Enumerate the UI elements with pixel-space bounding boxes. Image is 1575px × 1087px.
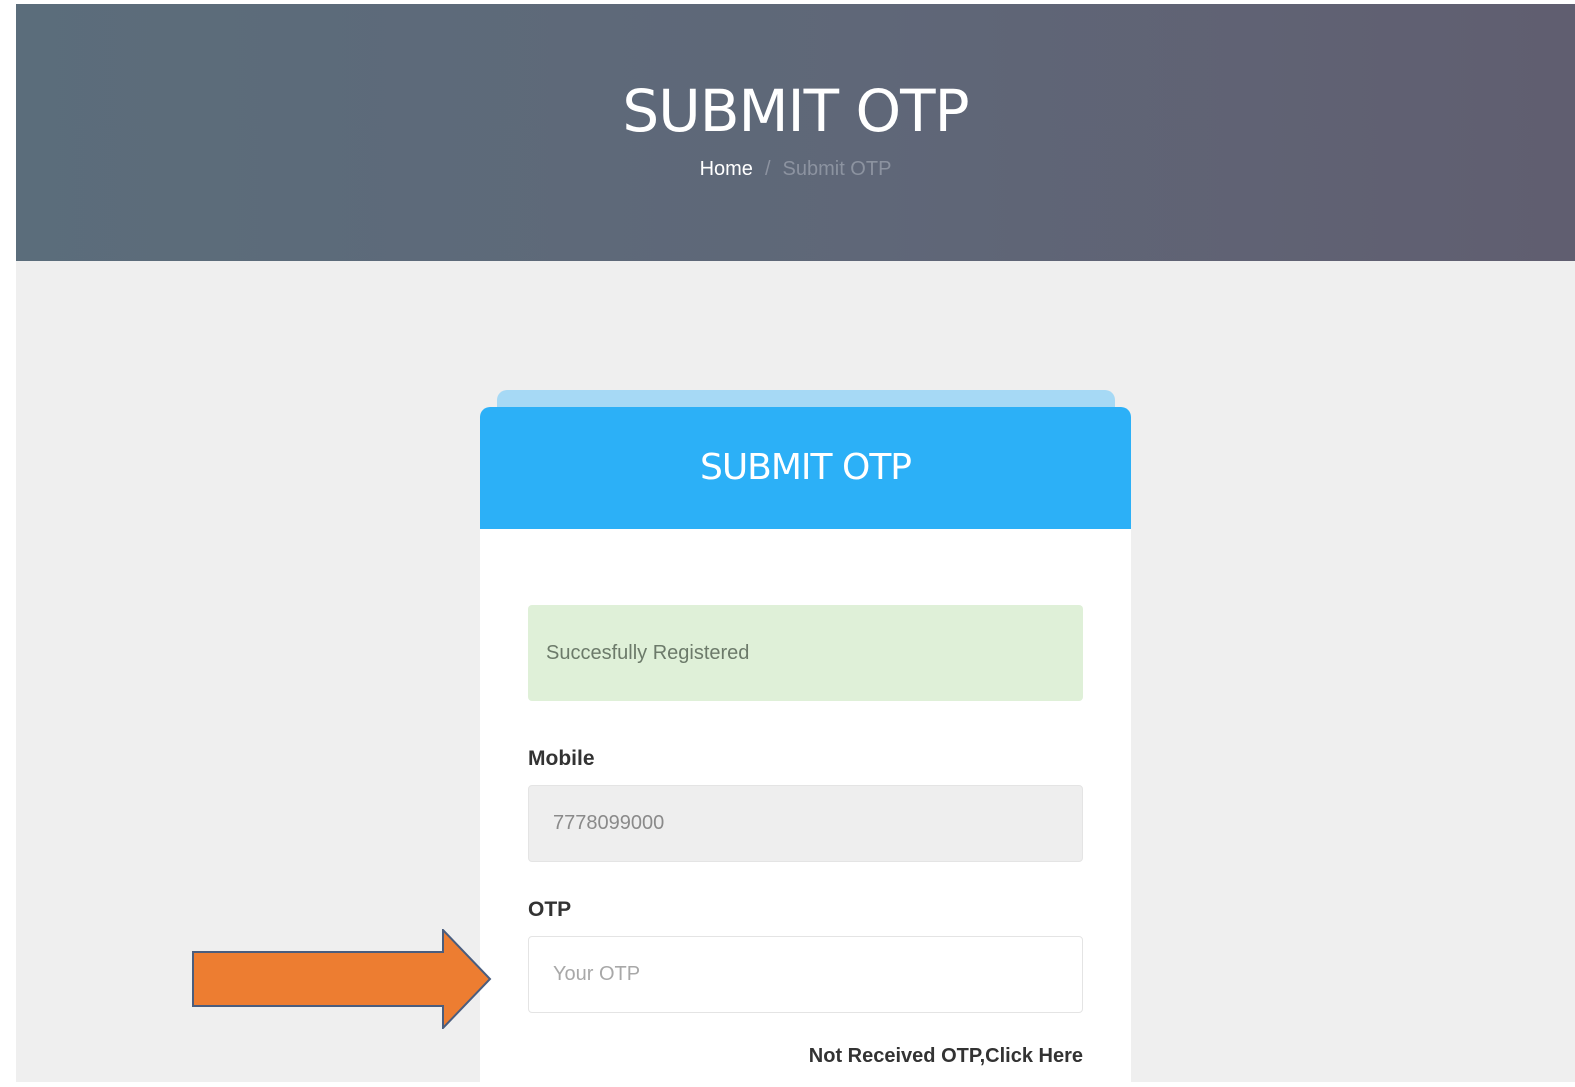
mobile-label: Mobile <box>528 747 595 770</box>
right-arrow-icon <box>192 929 492 1029</box>
otp-label: OTP <box>528 898 572 921</box>
otp-input[interactable] <box>528 936 1083 1013</box>
page-title: SUBMIT OTP <box>622 77 969 145</box>
page-hero: SUBMIT OTP Home / Submit OTP <box>16 4 1575 261</box>
success-alert: Succesfully Registered <box>528 605 1083 701</box>
resend-otp-link[interactable]: Not Received OTP,Click Here <box>809 1045 1083 1068</box>
mobile-field[interactable] <box>528 785 1083 862</box>
breadcrumb: Home / Submit OTP <box>16 156 1575 182</box>
breadcrumb-separator: / <box>764 158 771 180</box>
page-frame: SUBMIT OTP Home / Submit OTP SUBMIT OTP Su… <box>16 4 1575 1082</box>
breadcrumb-home-link[interactable]: Home <box>700 158 753 180</box>
card-title: SUBMIT OTP <box>480 407 1131 529</box>
breadcrumb-current: Submit OTP <box>782 158 892 180</box>
otp-card: SUBMIT OTP Succesfully Registered Mobile… <box>480 407 1131 1082</box>
